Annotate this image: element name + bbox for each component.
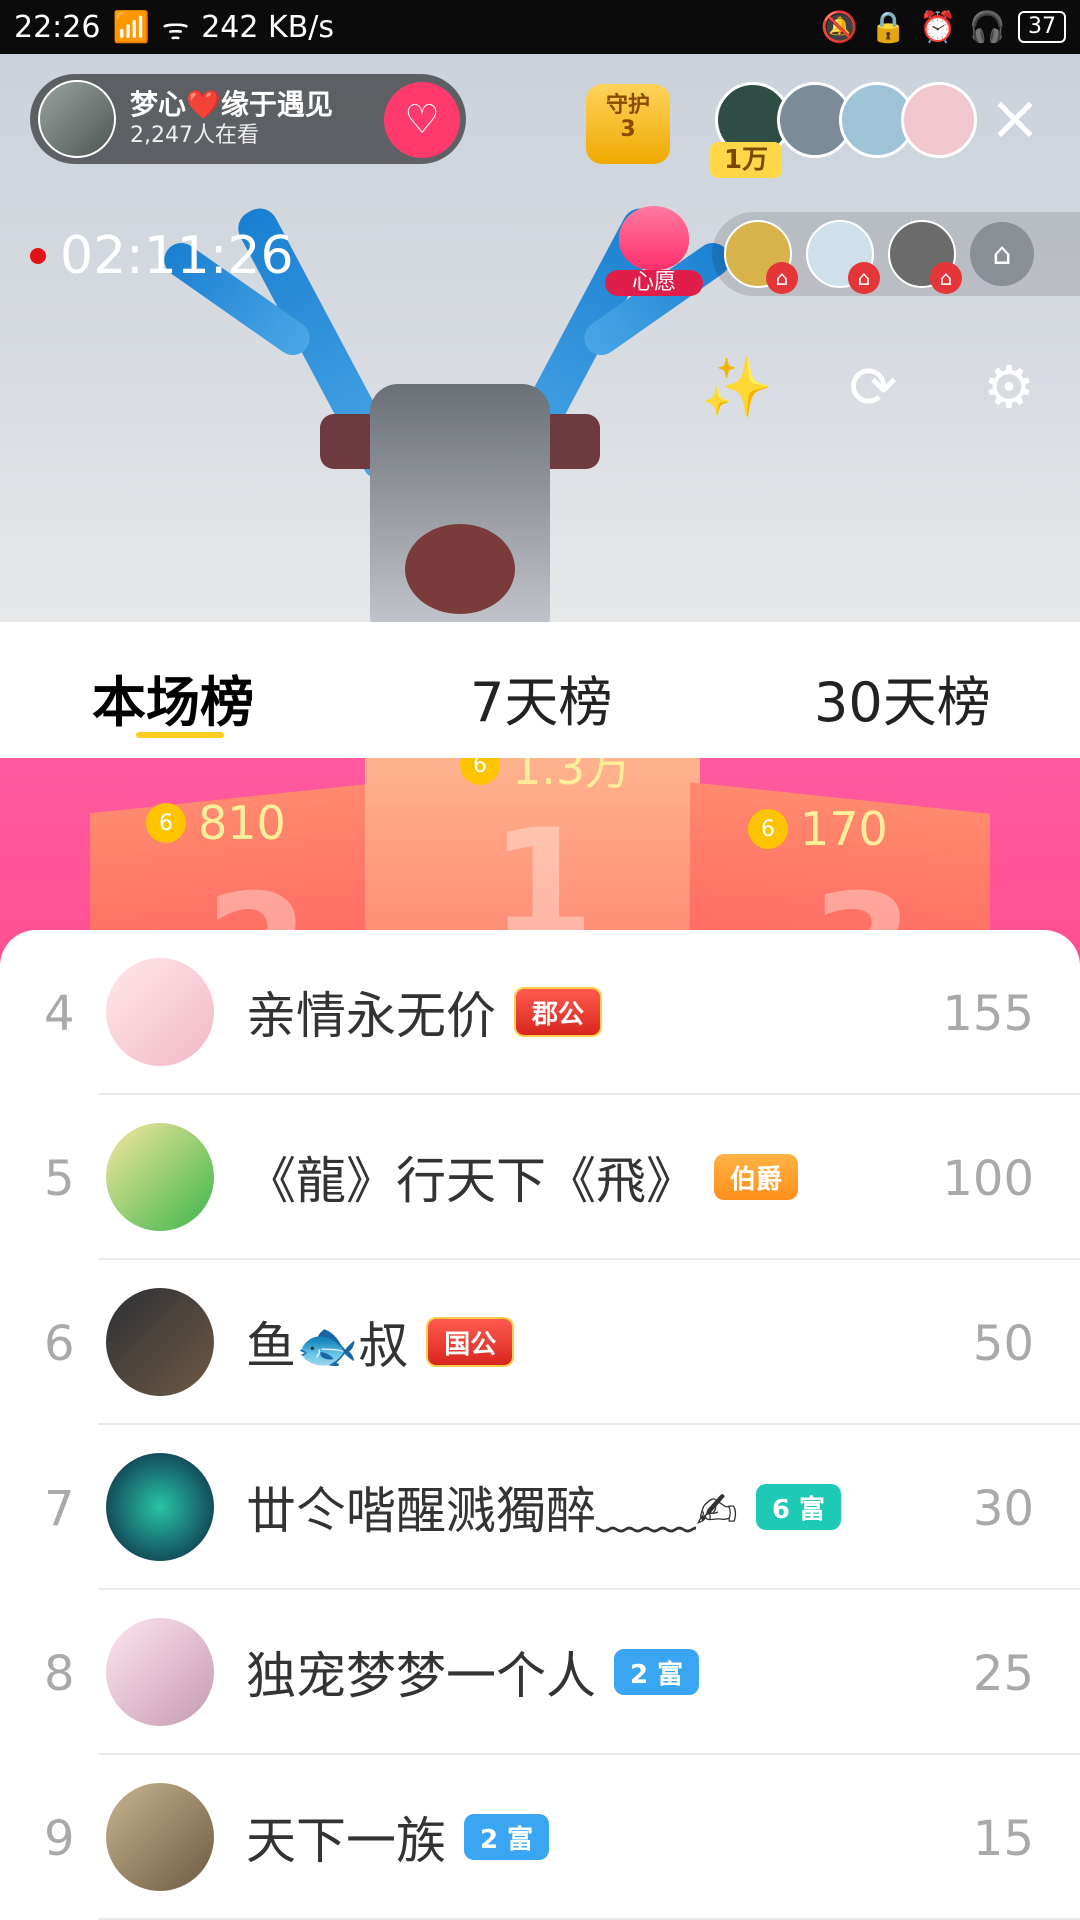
rank-number: 5: [44, 1151, 75, 1207]
follow-button[interactable]: ♡: [384, 82, 460, 158]
audience-avatar[interactable]: [901, 82, 977, 158]
sofa-icon: ⌂: [930, 262, 962, 294]
host-name: 梦心❤️缘于遇见: [130, 88, 333, 121]
wish-label: 心愿: [605, 270, 703, 296]
tab-current-session[interactable]: 本场榜: [92, 658, 254, 737]
net-speed: 242 KB/s: [201, 9, 335, 45]
avatar[interactable]: [106, 958, 214, 1066]
empty-seat-button[interactable]: ⌂: [970, 222, 1034, 286]
lock-icon: 🔒: [869, 9, 908, 45]
coin-icon: 6: [460, 758, 500, 785]
username: 亲情永无价 郡公: [246, 976, 603, 1048]
heart-icon: [619, 206, 689, 270]
username-text: 独宠梦梦一个人: [246, 1647, 596, 1705]
guard-label: 守护: [605, 93, 650, 118]
mute-icon: 🔕: [820, 9, 858, 45]
seat-avatar[interactable]: ⌂: [888, 220, 962, 294]
live-timer: 02:11:26: [30, 226, 294, 286]
score: 50: [972, 1316, 1034, 1372]
username: 《龍》行天下《飛》 伯爵: [246, 1141, 799, 1213]
rank-number: 6: [44, 1316, 75, 1372]
sofa-icon: ⌂: [848, 262, 880, 294]
headphones-icon: 🎧: [968, 9, 1006, 45]
guard-count: 3: [620, 117, 636, 142]
seat-row[interactable]: ⌂ ⌂ ⌂ ⌂: [712, 212, 1080, 296]
status-time: 22:26: [14, 9, 101, 45]
audience-count-badge[interactable]: 1万: [710, 142, 783, 178]
rank-badge: 伯爵: [714, 1154, 799, 1200]
avatar[interactable]: [106, 1783, 214, 1891]
magic-wand-icon[interactable]: ✨: [700, 350, 774, 424]
host-avatar[interactable]: [38, 80, 116, 158]
list-item[interactable]: 5 《龍》行天下《飛》 伯爵 100: [0, 1095, 1080, 1260]
rank-number: 4: [44, 986, 75, 1042]
settings-icon[interactable]: ⚙: [972, 350, 1046, 424]
rank-number: 7: [44, 1481, 75, 1537]
deer-nose: [405, 524, 515, 614]
score: 30: [972, 1481, 1034, 1537]
ranking-list[interactable]: 4 亲情永无价 郡公 155 5 《龍》行天下《飛》 伯爵 100 6 鱼🐟叔 …: [0, 930, 1080, 1920]
first-score: 1.3万: [512, 758, 632, 795]
heart-plus-icon: ♡: [404, 97, 440, 143]
list-item[interactable]: 6 鱼🐟叔 国公 50: [0, 1260, 1080, 1425]
sofa-icon: ⌂: [766, 262, 798, 294]
guard-badge[interactable]: 守护 3: [586, 84, 670, 164]
avatar[interactable]: [106, 1453, 214, 1561]
wifi-icon: ᯤ: [161, 11, 190, 47]
avatar[interactable]: [106, 1618, 214, 1726]
alarm-icon: ⏰: [919, 9, 957, 45]
battery-indicator: 37: [1018, 11, 1066, 43]
username-text: 《龍》行天下《飛》: [246, 1152, 696, 1210]
avatar[interactable]: [106, 1123, 214, 1231]
score: 155: [942, 986, 1034, 1042]
rank-number: 8: [44, 1646, 75, 1702]
coin-icon: 6: [748, 809, 788, 849]
rank-badge: 2 富: [464, 1814, 550, 1860]
score: 100: [942, 1151, 1034, 1207]
username-text: 丗仒喈醒溅獨醉﹏﹏✍: [246, 1482, 738, 1540]
list-item[interactable]: 8 独宠梦梦一个人 2 富 25: [0, 1590, 1080, 1755]
rank-badge: 国公: [426, 1317, 515, 1367]
username: 鱼🐟叔 国公: [246, 1306, 515, 1378]
second-score: 810: [198, 796, 286, 850]
score: 25: [972, 1646, 1034, 1702]
rank-badge: 2 富: [614, 1649, 700, 1695]
username: 天下一族 2 富: [246, 1801, 550, 1873]
username-text: 鱼🐟叔: [246, 1317, 409, 1375]
list-item[interactable]: 4 亲情永无价 郡公 155: [0, 930, 1080, 1095]
list-item[interactable]: 9 天下一族 2 富 15: [0, 1755, 1080, 1920]
avatar[interactable]: [106, 1288, 214, 1396]
host-info[interactable]: 梦心❤️缘于遇见 2,247人在看 ♡: [30, 74, 466, 164]
username-text: 亲情永无价: [246, 987, 496, 1045]
username: 独宠梦梦一个人 2 富: [246, 1636, 700, 1708]
viewer-count: 2,247人在看: [130, 123, 259, 148]
status-bar: 22:26 📶 ᯤ 242 KB/s 🔕 🔒 ⏰ 🎧 37: [0, 0, 1080, 54]
rank-badge: 郡公: [514, 987, 603, 1037]
rank-badge: 6 富: [755, 1484, 842, 1530]
tab-7-days[interactable]: 7天榜: [470, 658, 612, 737]
live-duration: 02:11:26: [60, 226, 294, 286]
signal-icon: 📶: [112, 9, 150, 45]
tab-30-days[interactable]: 30天榜: [814, 658, 991, 737]
podium-third-value: 6 170: [748, 802, 888, 856]
podium-first-value: 6 1.3万: [460, 758, 631, 798]
active-tab-indicator: [136, 732, 224, 738]
seat-avatar[interactable]: ⌂: [724, 220, 798, 294]
live-dot: [30, 248, 46, 264]
camera-switch-icon[interactable]: ⟳: [836, 350, 910, 424]
wish-badge[interactable]: 心愿: [605, 206, 703, 296]
sofa-icon: ⌂: [992, 236, 1012, 272]
coin-icon: 6: [146, 803, 186, 843]
score: 15: [972, 1811, 1034, 1867]
list-item[interactable]: 7 丗仒喈醒溅獨醉﹏﹏✍ 6 富 30: [0, 1425, 1080, 1590]
podium-second-value: 6 810: [146, 796, 286, 850]
username-text: 天下一族: [246, 1812, 446, 1870]
username: 丗仒喈醒溅獨醉﹏﹏✍ 6 富: [246, 1471, 842, 1543]
close-icon[interactable]: ×: [985, 87, 1045, 149]
seat-avatar[interactable]: ⌂: [806, 220, 880, 294]
rank-number: 9: [44, 1811, 75, 1867]
third-score: 170: [800, 802, 888, 856]
